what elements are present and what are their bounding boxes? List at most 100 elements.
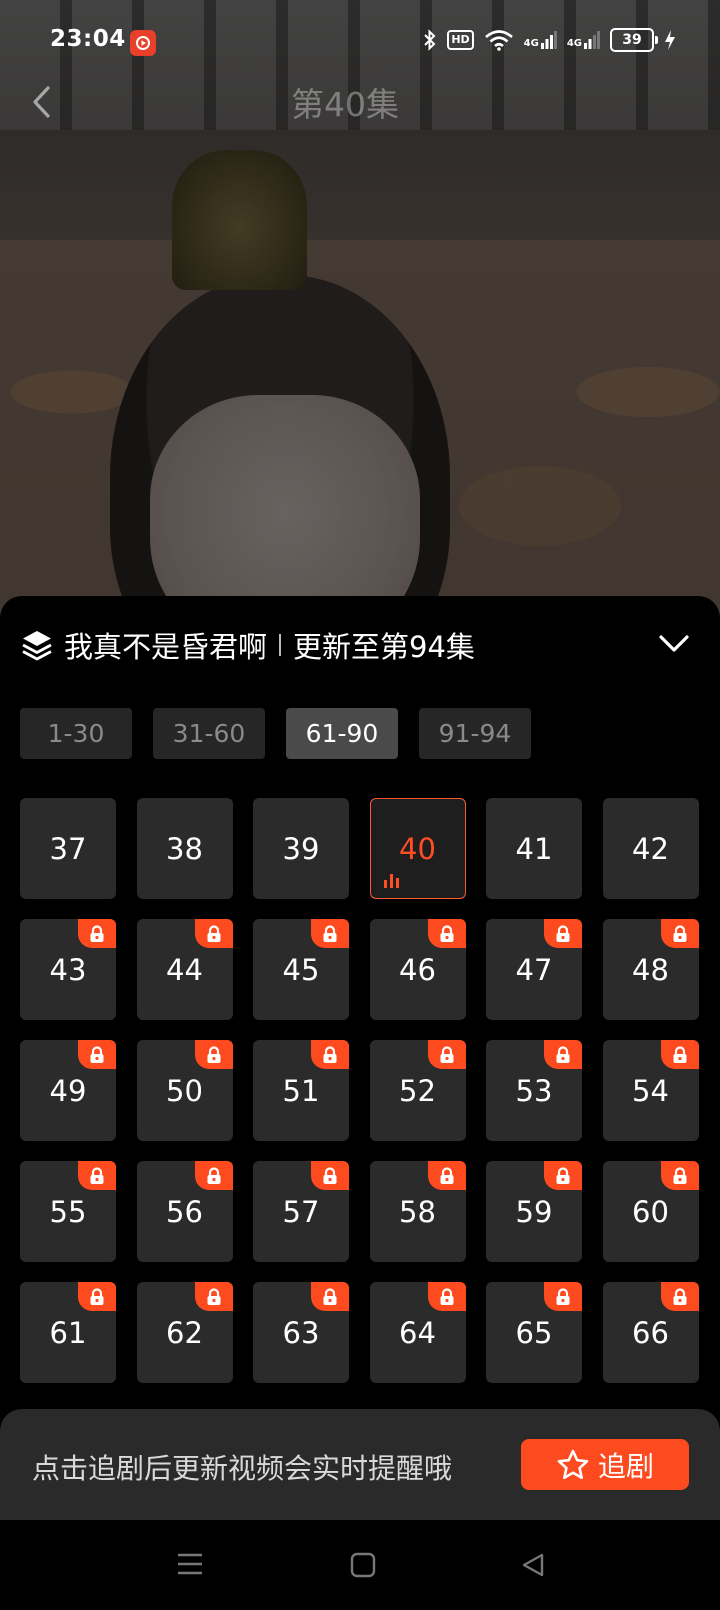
episode-tile-38[interactable]: 38	[136, 798, 233, 899]
signal-2-icon: 4G	[567, 31, 600, 49]
episode-number: 40	[399, 831, 436, 866]
episode-number: 64	[399, 1315, 436, 1350]
episode-tile-40[interactable]: 40	[369, 798, 466, 899]
episode-number: 46	[399, 952, 436, 987]
episode-tile-42[interactable]: 42	[602, 798, 699, 899]
lock-icon	[660, 1282, 699, 1311]
lock-icon	[311, 1040, 349, 1069]
follow-button-label: 追剧	[597, 1449, 654, 1483]
episode-number: 41	[515, 831, 553, 866]
lock-icon	[194, 1040, 233, 1069]
system-navigation-bar	[0, 1520, 720, 1610]
range-tab-1-30[interactable]: 1-30	[20, 708, 132, 759]
episode-number: 62	[166, 1315, 203, 1350]
home-icon[interactable]	[350, 1552, 376, 1578]
chevron-down-icon[interactable]	[656, 632, 692, 656]
episode-number: 37	[49, 831, 87, 866]
episode-tile-41[interactable]: 41	[486, 798, 582, 899]
hd-voice-icon: HD	[447, 30, 474, 50]
episode-tile-46[interactable]: 46	[369, 919, 466, 1020]
episode-number: 61	[49, 1315, 87, 1350]
lock-icon	[78, 1040, 116, 1069]
episode-number: 53	[515, 1073, 553, 1108]
episode-tile-56[interactable]: 56	[136, 1161, 233, 1262]
episode-tile-53[interactable]: 53	[486, 1040, 582, 1141]
episode-tile-65[interactable]: 65	[486, 1282, 582, 1383]
battery-icon: 39	[610, 28, 658, 52]
sheet-header: 我真不是昏君啊 更新至第94集	[20, 624, 475, 666]
episode-tile-64[interactable]: 64	[369, 1282, 466, 1383]
episode-number: 60	[632, 1194, 669, 1229]
episode-tile-57[interactable]: 57	[253, 1161, 349, 1262]
lock-icon	[660, 919, 699, 948]
signal-2-label: 4G	[566, 38, 582, 49]
range-tab-31-60[interactable]: 31-60	[153, 708, 265, 759]
lock-icon	[194, 1161, 233, 1190]
episode-number: 54	[632, 1073, 669, 1108]
status-icons: HD 4G 4G 39	[423, 28, 676, 52]
episode-number: 44	[166, 952, 203, 987]
lock-icon	[544, 1161, 582, 1190]
lock-icon	[544, 1040, 582, 1069]
status-bar: 23:04 HD 4G 4G 39	[0, 0, 720, 84]
episode-tile-63[interactable]: 63	[253, 1282, 349, 1383]
star-icon	[557, 1449, 589, 1479]
episode-tile-47[interactable]: 47	[486, 919, 582, 1020]
episode-tile-54[interactable]: 54	[602, 1040, 699, 1141]
lock-icon	[427, 919, 466, 948]
episode-tile-52[interactable]: 52	[369, 1040, 466, 1141]
episode-grid: 37 38 39 40 41 42 43 44 45 46 47 48 49 50 51 52 53 54 55 56…	[20, 798, 699, 1383]
episode-number: 50	[166, 1073, 203, 1108]
episode-number: 57	[282, 1194, 320, 1229]
series-title: 我真不是昏君啊	[64, 630, 268, 664]
episode-tile-50[interactable]: 50	[136, 1040, 233, 1141]
lock-icon	[544, 919, 582, 948]
menu-icon[interactable]	[176, 1552, 204, 1576]
episode-tile-44[interactable]: 44	[136, 919, 233, 1020]
signal-1-icon: 4G	[524, 31, 557, 49]
lock-icon	[427, 1282, 466, 1311]
episode-tile-60[interactable]: 60	[602, 1161, 699, 1262]
episode-tile-37[interactable]: 37	[20, 798, 116, 899]
episode-number: 47	[515, 952, 553, 987]
lock-icon	[544, 1282, 582, 1311]
range-tab-91-94[interactable]: 91-94	[419, 708, 531, 759]
episode-number: 51	[282, 1073, 320, 1108]
episode-number: 52	[399, 1073, 436, 1108]
episode-tile-39[interactable]: 39	[253, 798, 349, 899]
lock-icon	[660, 1040, 699, 1069]
episode-tile-58[interactable]: 58	[369, 1161, 466, 1262]
follow-hint: 点击追剧后更新视频会实时提醒哦	[32, 1452, 453, 1485]
status-time: 23:04	[50, 26, 126, 52]
header-divider	[279, 634, 282, 656]
episode-tile-45[interactable]: 45	[253, 919, 349, 1020]
update-status: 更新至第94集	[293, 630, 475, 664]
episode-number: 43	[49, 952, 87, 987]
episode-tile-43[interactable]: 43	[20, 919, 116, 1020]
lock-icon	[78, 1282, 116, 1311]
follow-button[interactable]: 追剧	[521, 1439, 689, 1490]
range-tab-61-90[interactable]: 61-90	[286, 708, 398, 759]
episode-tile-61[interactable]: 61	[20, 1282, 116, 1383]
episode-tile-55[interactable]: 55	[20, 1161, 116, 1262]
equalizer-icon	[383, 874, 399, 888]
episode-tile-62[interactable]: 62	[136, 1282, 233, 1383]
episode-number: 45	[282, 952, 320, 987]
episode-tile-51[interactable]: 51	[253, 1040, 349, 1141]
app-notification-icon	[130, 30, 156, 56]
episode-tile-59[interactable]: 59	[486, 1161, 582, 1262]
lock-icon	[78, 919, 116, 948]
episode-number: 66	[632, 1315, 669, 1350]
charging-icon	[665, 30, 675, 50]
lock-icon	[427, 1161, 466, 1190]
episode-number: 49	[49, 1073, 87, 1108]
lock-icon	[311, 1282, 349, 1311]
lock-icon	[427, 1040, 466, 1069]
episode-number: 42	[632, 831, 669, 866]
back-nav-icon[interactable]	[520, 1552, 546, 1578]
episode-tile-49[interactable]: 49	[20, 1040, 116, 1141]
episode-tile-66[interactable]: 66	[602, 1282, 699, 1383]
episode-number: 38	[166, 831, 203, 866]
range-tabs: 1-30 31-60 61-90 91-94	[20, 708, 531, 759]
episode-tile-48[interactable]: 48	[602, 919, 699, 1020]
